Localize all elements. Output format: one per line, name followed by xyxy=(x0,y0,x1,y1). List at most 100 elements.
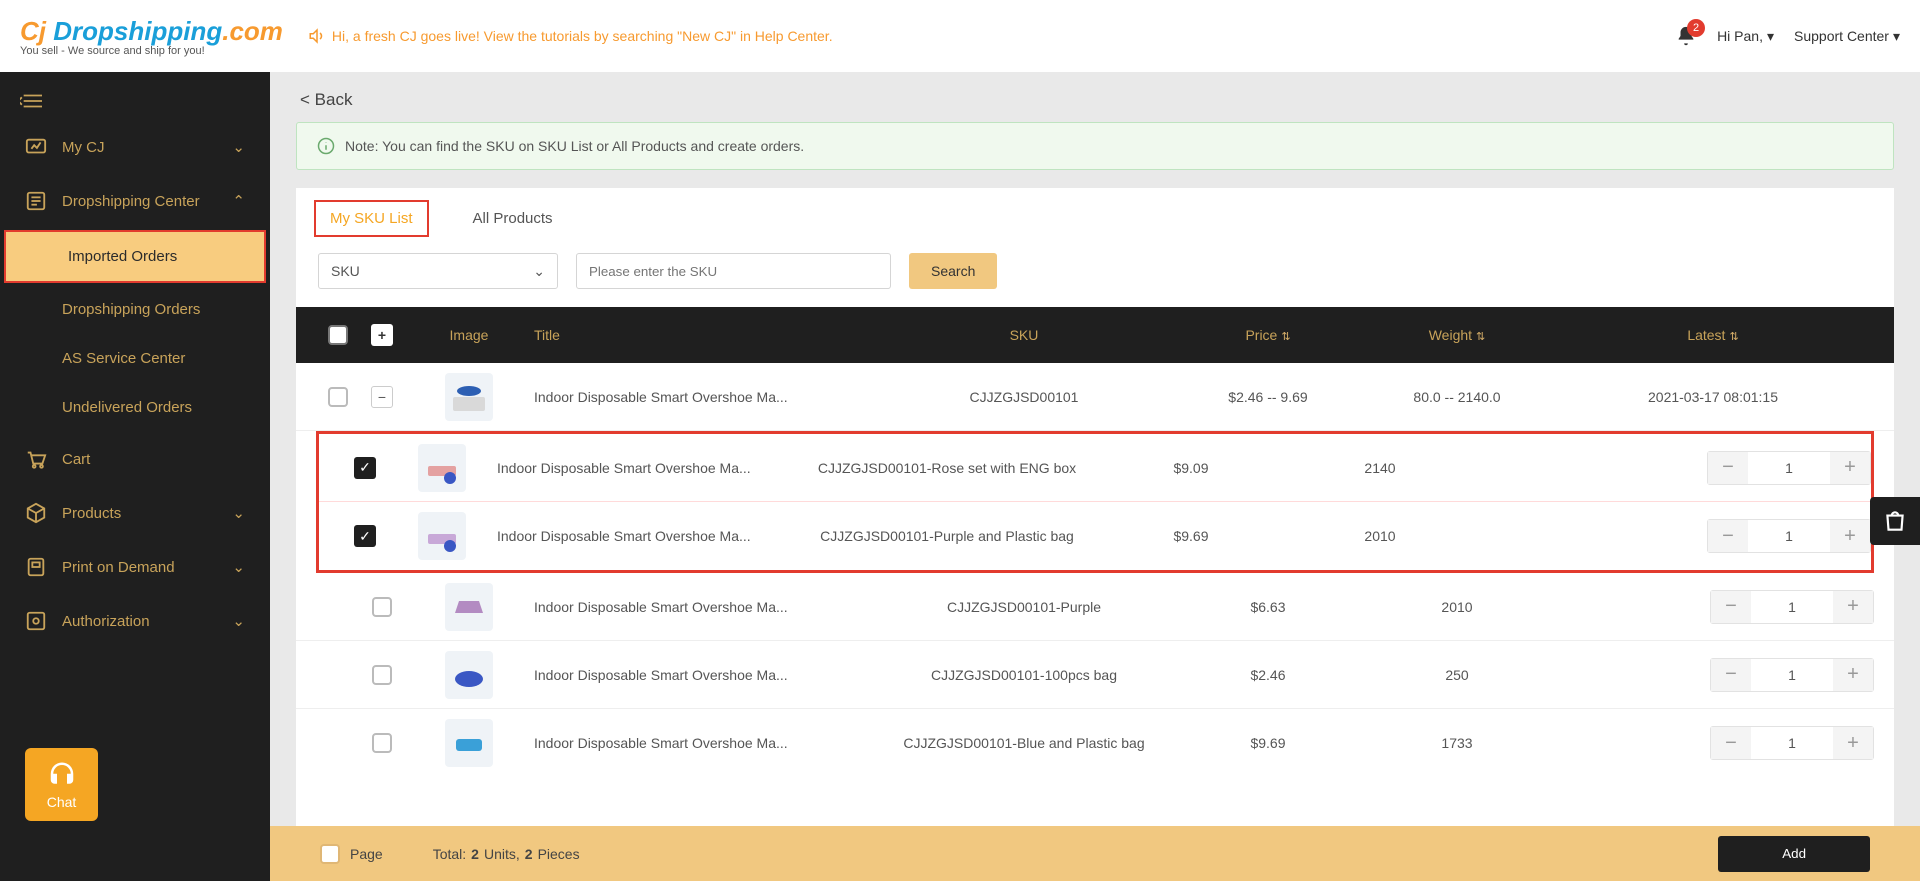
nav-label: Authorization xyxy=(62,613,150,630)
gear-icon xyxy=(25,610,47,632)
back-link[interactable]: < Back xyxy=(270,72,1920,122)
qty-stepper[interactable]: −1+ xyxy=(1710,590,1874,624)
product-thumb xyxy=(445,583,493,631)
user-menu[interactable]: Hi Pan, ▾ xyxy=(1717,28,1774,45)
box-icon xyxy=(25,502,47,524)
row-price: $9.09 xyxy=(1097,460,1285,476)
notification-bell[interactable]: 2 xyxy=(1675,25,1697,47)
sort-icon: ⇅ xyxy=(1729,331,1738,343)
add-button[interactable]: Add xyxy=(1718,836,1870,872)
col-title: Title xyxy=(534,327,874,343)
select-value: SKU xyxy=(331,263,360,279)
nav-print-on-demand[interactable]: Print on Demand ⌄ xyxy=(0,540,270,594)
qty-minus[interactable]: − xyxy=(1711,659,1751,691)
cart-icon xyxy=(25,448,47,470)
row-weight: 80.0 -- 2140.0 xyxy=(1362,389,1552,405)
row-sku: CJJZGJSD00101 xyxy=(874,389,1174,405)
row-title: Indoor Disposable Smart Overshoe Ma... xyxy=(497,528,797,544)
highlighted-variants: ✓ Indoor Disposable Smart Overshoe Ma...… xyxy=(316,431,1874,573)
sku-search-input[interactable] xyxy=(576,253,891,289)
qty-stepper[interactable]: −1+ xyxy=(1707,519,1871,553)
row-price: $9.69 xyxy=(1174,735,1362,751)
support-menu[interactable]: Support Center ▾ xyxy=(1794,28,1900,45)
nav-dropshipping-orders[interactable]: Dropshipping Orders xyxy=(0,285,270,334)
notification-count: 2 xyxy=(1687,19,1705,37)
col-sku: SKU xyxy=(874,327,1174,343)
caret-down-icon: ▾ xyxy=(1893,28,1900,45)
nav-undelivered-orders[interactable]: Undelivered Orders xyxy=(0,383,270,432)
tab-my-sku-list[interactable]: My SKU List xyxy=(314,200,429,237)
row-checkbox[interactable] xyxy=(328,387,348,407)
support-label: Support Center xyxy=(1794,28,1889,44)
nav-authorization[interactable]: Authorization ⌄ xyxy=(0,594,270,648)
row-sku: CJJZGJSD00101-Purple xyxy=(874,599,1174,615)
row-price: $6.63 xyxy=(1174,599,1362,615)
row-price: $2.46 xyxy=(1174,667,1362,683)
chat-button[interactable]: Chat xyxy=(25,748,98,821)
footer-pieces-count: 2 xyxy=(525,846,533,862)
select-all-checkbox[interactable] xyxy=(328,325,348,345)
row-weight: 2010 xyxy=(1362,599,1552,615)
user-name: Hi Pan, xyxy=(1717,28,1763,44)
tab-all-products[interactable]: All Products xyxy=(459,202,567,235)
row-sku: CJJZGJSD00101-Rose set with ENG box xyxy=(797,460,1097,476)
chevron-down-icon: ⌄ xyxy=(232,558,245,576)
nav-label: Cart xyxy=(62,451,90,468)
list-icon xyxy=(25,190,47,212)
search-button[interactable]: Search xyxy=(909,253,997,289)
table-row: ✓ Indoor Disposable Smart Overshoe Ma...… xyxy=(319,434,1871,502)
row-title: Indoor Disposable Smart Overshoe Ma... xyxy=(534,389,874,405)
chat-label: Chat xyxy=(47,794,77,810)
footer-total-label: Total: xyxy=(433,846,466,862)
table-row: Indoor Disposable Smart Overshoe Ma... C… xyxy=(296,709,1894,777)
row-checkbox[interactable] xyxy=(372,733,392,753)
sidebar: My CJ ⌄ Dropshipping Center ⌃ Imported O… xyxy=(0,72,270,881)
notice-text: Note: You can find the SKU on SKU List o… xyxy=(345,138,804,154)
qty-minus[interactable]: − xyxy=(1711,727,1751,759)
nav-dropshipping-center[interactable]: Dropshipping Center ⌃ xyxy=(0,174,270,228)
sidebar-collapse[interactable] xyxy=(0,92,270,120)
qty-plus[interactable]: + xyxy=(1830,520,1870,552)
footer-page-checkbox[interactable] xyxy=(320,844,340,864)
sort-icon: ⇅ xyxy=(1281,331,1290,343)
nav-imported-orders[interactable]: Imported Orders xyxy=(4,230,266,283)
dashboard-icon xyxy=(25,136,47,158)
nav-cart[interactable]: Cart xyxy=(0,432,270,486)
nav-label: Products xyxy=(62,505,121,522)
col-latest[interactable]: Latest⇅ xyxy=(1552,327,1874,343)
qty-plus[interactable]: + xyxy=(1833,591,1873,623)
floating-cart-tab[interactable] xyxy=(1870,497,1920,545)
chevron-down-icon: ⌄ xyxy=(232,138,245,156)
table-row: Indoor Disposable Smart Overshoe Ma... C… xyxy=(296,573,1894,641)
row-checkbox[interactable]: ✓ xyxy=(354,457,376,479)
qty-minus[interactable]: − xyxy=(1711,591,1751,623)
row-checkbox[interactable]: ✓ xyxy=(354,525,376,547)
qty-plus[interactable]: + xyxy=(1833,659,1873,691)
collapse-row[interactable]: − xyxy=(371,386,393,408)
row-price: $2.46 -- 9.69 xyxy=(1174,389,1362,405)
qty-plus[interactable]: + xyxy=(1833,727,1873,759)
qty-plus[interactable]: + xyxy=(1830,452,1870,484)
info-icon xyxy=(317,137,335,155)
nav-my-cj[interactable]: My CJ ⌄ xyxy=(0,120,270,174)
footer-pieces-label: Pieces xyxy=(538,846,580,862)
qty-stepper[interactable]: −1+ xyxy=(1710,726,1874,760)
qty-stepper[interactable]: −1+ xyxy=(1707,451,1871,485)
row-title: Indoor Disposable Smart Overshoe Ma... xyxy=(534,667,874,683)
qty-minus[interactable]: − xyxy=(1708,520,1748,552)
sku-type-select[interactable]: SKU ⌄ xyxy=(318,253,558,289)
qty-value: 1 xyxy=(1751,599,1833,615)
qty-minus[interactable]: − xyxy=(1708,452,1748,484)
logo[interactable]: Cj Dropshipping.com You sell - We source… xyxy=(20,16,283,57)
col-weight[interactable]: Weight⇅ xyxy=(1362,327,1552,343)
expand-all[interactable]: + xyxy=(371,324,393,346)
row-checkbox[interactable] xyxy=(372,665,392,685)
nav-products[interactable]: Products ⌄ xyxy=(0,486,270,540)
row-checkbox[interactable] xyxy=(372,597,392,617)
qty-value: 1 xyxy=(1751,667,1833,683)
col-price[interactable]: Price⇅ xyxy=(1174,327,1362,343)
top-header: Cj Dropshipping.com You sell - We source… xyxy=(0,0,1920,72)
chevron-down-icon: ⌄ xyxy=(232,504,245,522)
nav-as-service-center[interactable]: AS Service Center xyxy=(0,334,270,383)
qty-stepper[interactable]: −1+ xyxy=(1710,658,1874,692)
